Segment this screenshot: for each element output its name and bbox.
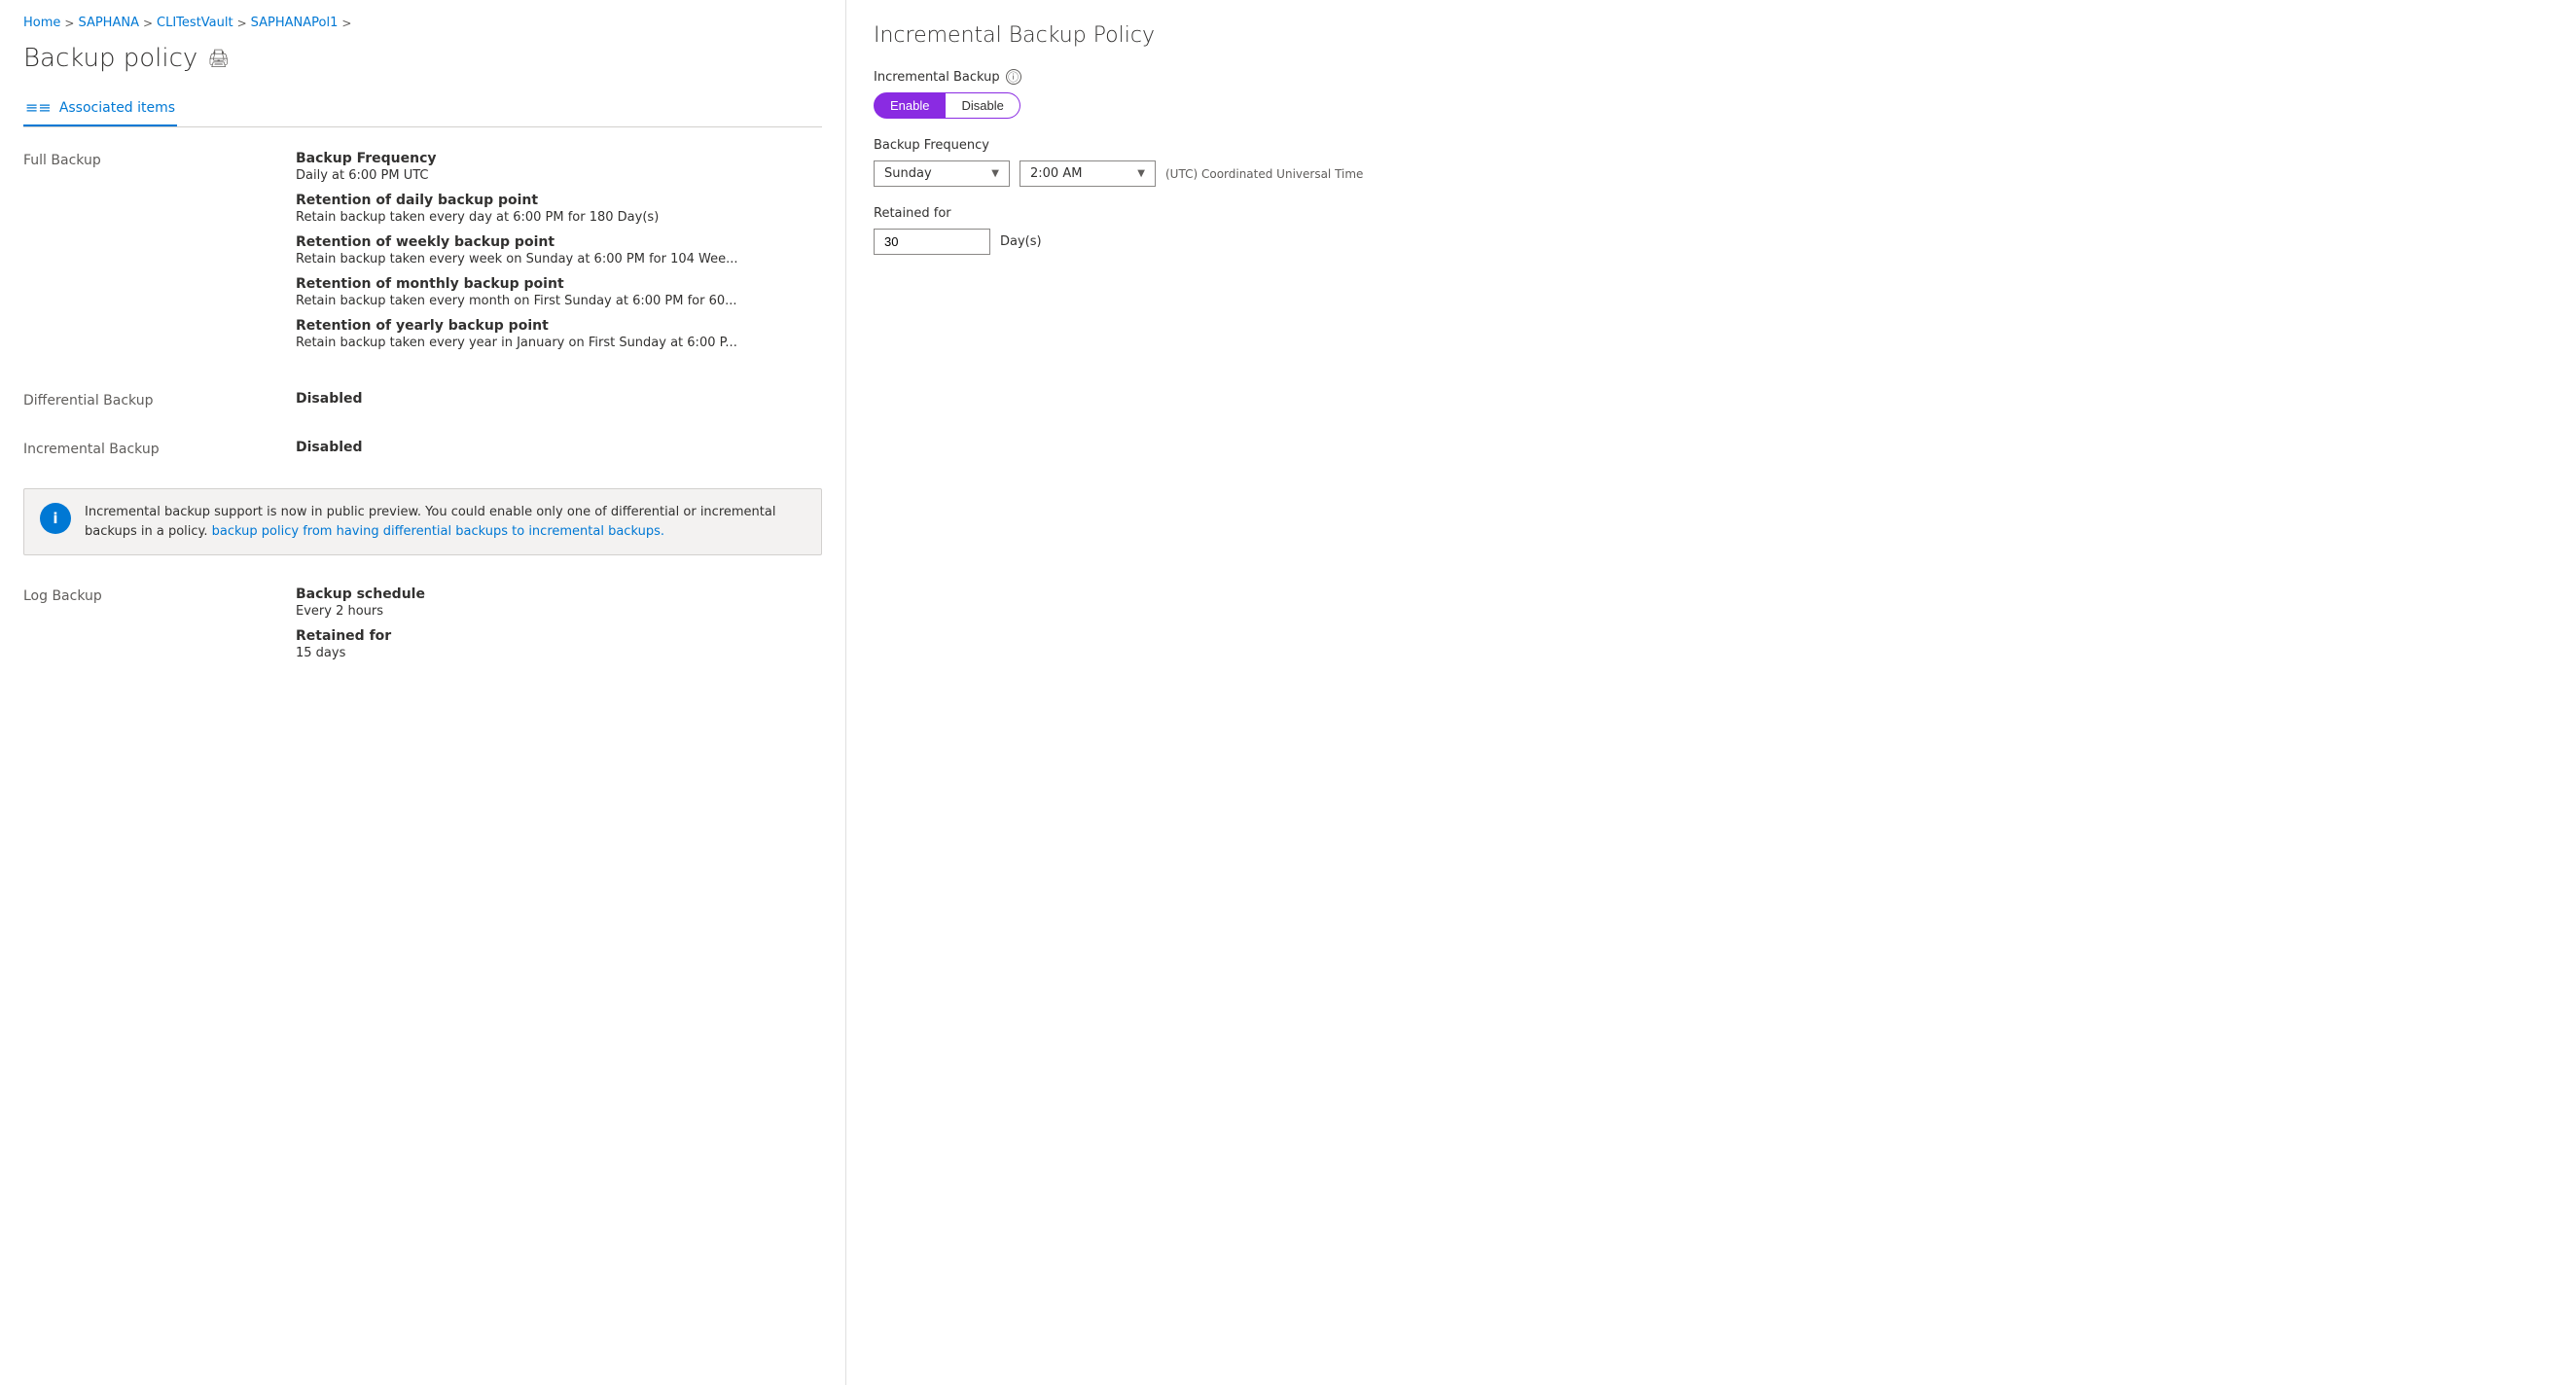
log-backup-content: Backup schedule Every 2 hours Retained f… <box>296 586 822 670</box>
differential-backup-content: Disabled <box>296 391 822 408</box>
field-value-yearly: Retain backup taken every year in Januar… <box>296 336 822 350</box>
field-label-daily: Retention of daily backup point <box>296 193 822 208</box>
incremental-backup-label: Incremental Backup <box>23 440 296 457</box>
breadcrumb: Home > SAPHANA > CLITestVault > SAPHANAP… <box>23 16 822 30</box>
field-value-weekly: Retain backup taken every week on Sunday… <box>296 252 822 266</box>
log-backup-retained: Retained for 15 days <box>296 628 822 660</box>
field-label-yearly: Retention of yearly backup point <box>296 318 822 334</box>
full-backup-frequency: Backup Frequency Daily at 6:00 PM UTC <box>296 151 822 183</box>
log-backup-label: Log Backup <box>23 586 296 670</box>
field-label-weekly: Retention of weekly backup point <box>296 234 822 250</box>
right-panel: Incremental Backup Policy Incremental Ba… <box>846 0 2576 1385</box>
field-label-frequency: Backup Frequency <box>296 151 822 166</box>
log-schedule-label: Backup schedule <box>296 586 822 602</box>
page-title-row: Backup policy 🖨 <box>23 44 822 73</box>
enable-toggle[interactable]: Enable <box>874 92 946 119</box>
full-backup-daily-retention: Retention of daily backup point Retain b… <box>296 193 822 225</box>
differential-backup-label: Differential Backup <box>23 391 296 408</box>
field-label-monthly: Retention of monthly backup point <box>296 276 822 292</box>
info-banner: i Incremental backup support is now in p… <box>23 488 822 555</box>
time-dropdown[interactable]: 2:00 AM ▼ <box>1020 160 1156 187</box>
log-backup-schedule: Backup schedule Every 2 hours <box>296 586 822 619</box>
tab-icon-associated: ≡≡ <box>25 98 52 117</box>
incremental-backup-rp-label: Incremental Backup ⓘ <box>874 69 2549 85</box>
log-retained-label: Retained for <box>296 628 822 644</box>
full-backup-label: Full Backup <box>23 151 296 360</box>
incremental-disabled: Disabled <box>296 440 822 455</box>
field-value-monthly: Retain backup taken every month on First… <box>296 294 822 308</box>
disable-toggle[interactable]: Disable <box>946 92 1020 119</box>
incremental-backup-text: Incremental Backup <box>874 70 1000 85</box>
tab-associated-items[interactable]: ≡≡ Associated items <box>23 90 177 126</box>
tab-label-associated: Associated items <box>59 100 175 116</box>
full-backup-content: Backup Frequency Daily at 6:00 PM UTC Re… <box>296 151 822 360</box>
day-dropdown[interactable]: Sunday ▼ <box>874 160 1010 187</box>
full-backup-monthly-retention: Retention of monthly backup point Retain… <box>296 276 822 308</box>
backup-frequency-section: Backup Frequency Sunday ▼ 2:00 AM ▼ (UTC… <box>874 138 2549 187</box>
incremental-info-tip[interactable]: ⓘ <box>1006 69 1021 85</box>
breadcrumb-saphana[interactable]: SAPHANA <box>78 16 139 30</box>
retained-for-text: Retained for <box>874 206 951 221</box>
retained-input[interactable] <box>874 229 990 255</box>
day-dropdown-arrow: ▼ <box>991 168 999 179</box>
incremental-backup-content: Disabled <box>296 440 822 457</box>
time-dropdown-arrow: ▼ <box>1137 168 1145 179</box>
log-schedule-value: Every 2 hours <box>296 604 822 619</box>
retained-unit: Day(s) <box>1000 234 1042 249</box>
incremental-toggle-section: Incremental Backup ⓘ Enable Disable <box>874 69 2549 119</box>
retained-row: Day(s) <box>874 229 2549 255</box>
breadcrumb-policy[interactable]: SAPHANAPol1 <box>251 16 339 30</box>
full-backup-weekly-retention: Retention of weekly backup point Retain … <box>296 234 822 266</box>
breadcrumb-home[interactable]: Home <box>23 16 60 30</box>
day-dropdown-value: Sunday <box>884 166 932 181</box>
frequency-dropdowns: Sunday ▼ 2:00 AM ▼ (UTC) Coordinated Uni… <box>874 160 2549 187</box>
backup-frequency-text: Backup Frequency <box>874 138 989 153</box>
print-icon[interactable]: 🖨 <box>207 49 230 69</box>
info-banner-text: Incremental backup support is now in pub… <box>85 503 805 541</box>
field-value-frequency: Daily at 6:00 PM UTC <box>296 168 822 183</box>
log-backup-section: Log Backup Backup schedule Every 2 hours… <box>23 586 822 670</box>
time-dropdown-value: 2:00 AM <box>1030 166 1082 181</box>
toggle-group: Enable Disable <box>874 92 2549 119</box>
log-retained-value: 15 days <box>296 646 822 660</box>
differential-backup-section: Differential Backup Disabled <box>23 391 822 408</box>
incremental-backup-section: Incremental Backup Disabled <box>23 440 822 457</box>
retained-for-section: Retained for Day(s) <box>874 206 2549 255</box>
differential-disabled: Disabled <box>296 391 822 407</box>
page-title: Backup policy <box>23 44 197 73</box>
timezone-label: (UTC) Coordinated Universal Time <box>1165 167 1363 181</box>
info-link[interactable]: backup policy from having differential b… <box>212 524 664 539</box>
full-backup-yearly-retention: Retention of yearly backup point Retain … <box>296 318 822 350</box>
info-icon: i <box>40 503 71 534</box>
backup-frequency-label: Backup Frequency <box>874 138 2549 153</box>
full-backup-section: Full Backup Backup Frequency Daily at 6:… <box>23 151 822 360</box>
breadcrumb-clitestvault[interactable]: CLITestVault <box>157 16 233 30</box>
tabs-bar: ≡≡ Associated items <box>23 90 822 127</box>
field-value-daily: Retain backup taken every day at 6:00 PM… <box>296 210 822 225</box>
left-panel: Home > SAPHANA > CLITestVault > SAPHANAP… <box>0 0 846 1385</box>
right-panel-title: Incremental Backup Policy <box>874 23 2549 48</box>
retained-for-label: Retained for <box>874 206 2549 221</box>
